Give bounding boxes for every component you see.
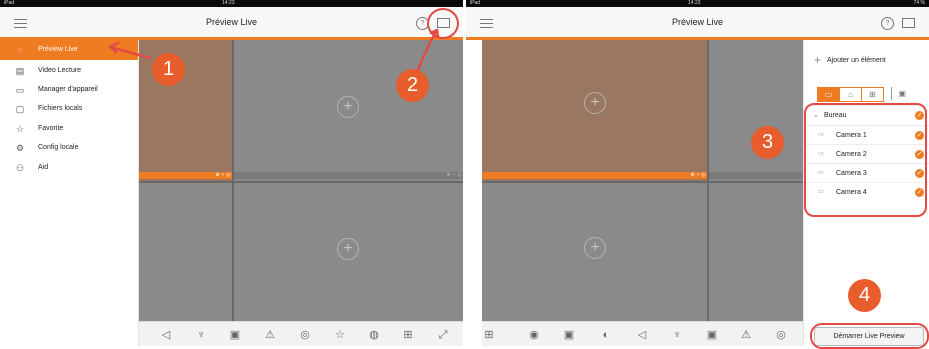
cell-controls bbox=[709, 172, 803, 179]
arrow-1 bbox=[108, 41, 152, 60]
video-cell-4[interactable] bbox=[709, 183, 803, 324]
ptz-icon[interactable]: ◎ bbox=[774, 328, 788, 342]
nav-bar: Préview Live ? bbox=[466, 7, 929, 38]
add-element-label: Ajouter un élément bbox=[826, 56, 886, 64]
cell-controls: ⊕ ♆ ◎ bbox=[482, 172, 707, 179]
page-title: Préview Live bbox=[671, 17, 724, 27]
tab-image[interactable]: ▣ bbox=[891, 87, 906, 100]
annotation-arrows bbox=[108, 28, 440, 72]
tab-devices[interactable]: ▭ bbox=[817, 87, 840, 102]
add-element-row[interactable]: + Ajouter un élément bbox=[814, 52, 929, 68]
help-icon[interactable]: ? bbox=[881, 17, 894, 30]
tab-home[interactable]: ⌂ bbox=[839, 87, 862, 102]
add-camera-icon[interactable]: + bbox=[584, 92, 606, 114]
annotation-ring-3 bbox=[804, 103, 927, 217]
device-label: iPad bbox=[470, 0, 481, 6]
playback-icon[interactable]: ◐ bbox=[599, 328, 613, 342]
tab-grid[interactable]: ⊞ bbox=[861, 87, 884, 102]
status-time: 14:23 bbox=[688, 0, 701, 6]
status-bar: iPad 14:23 74 % bbox=[466, 0, 929, 7]
step-badge-2: 2 bbox=[396, 69, 429, 102]
menu-icon[interactable] bbox=[480, 19, 493, 29]
layout-icon[interactable]: ⊞ bbox=[482, 328, 496, 342]
annotation-ring-2 bbox=[427, 8, 459, 39]
alert-icon[interactable]: ⚠ bbox=[739, 328, 753, 342]
step-badge-4: 4 bbox=[848, 279, 881, 312]
microphone-icon[interactable]: ♆ bbox=[670, 328, 684, 342]
bottom-toolbar: ⊞ ◉ ▣ ◐ ◁ ♆ ▣ ⚠ ◎ bbox=[482, 321, 803, 346]
video-cell-2[interactable] bbox=[709, 40, 803, 181]
battery-label: 74 % bbox=[913, 0, 925, 6]
snapshot-icon[interactable]: ▣ bbox=[705, 328, 719, 342]
left-screenshot: iPad 14:23 Préview Live ? ⊕ ♆ ◎ + ⊕ ♆ ◎ … bbox=[0, 0, 463, 346]
device-list-icon[interactable] bbox=[902, 18, 915, 28]
add-camera-icon[interactable]: + bbox=[584, 237, 606, 259]
plus-icon: + bbox=[814, 53, 822, 67]
annotation-ring-4 bbox=[810, 323, 929, 349]
sound-icon[interactable]: ◁ bbox=[635, 328, 649, 342]
camera-icon[interactable]: ◉ bbox=[527, 328, 541, 342]
record-icon[interactable]: ▣ bbox=[562, 328, 576, 342]
step-badge-3: 3 bbox=[751, 126, 784, 159]
step-badge-1: 1 bbox=[152, 53, 185, 86]
